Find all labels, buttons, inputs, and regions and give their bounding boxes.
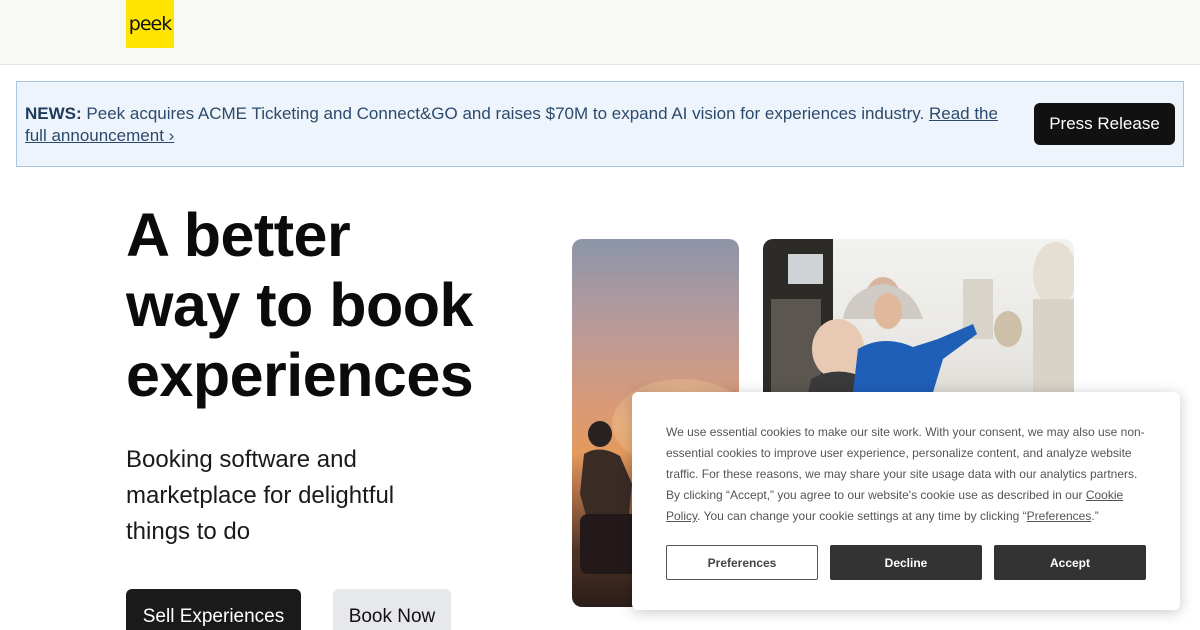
news-message: Peek acquires ACME Ticketing and Connect… (81, 104, 929, 123)
cookie-preferences-button[interactable]: Preferences (666, 545, 818, 580)
hero-title-line-2: way to book (126, 271, 473, 339)
top-navigation-bar: peek (0, 0, 1200, 65)
hero-subtitle: Booking software and marketplace for del… (126, 446, 395, 545)
news-banner: NEWS: Peek acquires ACME Ticketing and C… (16, 81, 1184, 167)
museum-scene-illustration (763, 239, 1074, 409)
hero-title-line-3: experiences (126, 341, 474, 409)
cookie-preferences-link[interactable]: Preferences (1027, 509, 1092, 523)
hero-title: A better way to book experiences (126, 200, 546, 410)
cookie-text-part-2: . You can change your cookie settings at… (697, 509, 1027, 523)
news-label: NEWS: (25, 104, 82, 123)
book-now-button[interactable]: Book Now (333, 589, 451, 630)
cookie-accept-button[interactable]: Accept (994, 545, 1146, 580)
museum-visitors-photo (763, 239, 1074, 409)
sell-experiences-button[interactable]: Sell Experiences (126, 589, 301, 630)
peek-logo[interactable]: peek (126, 0, 174, 48)
hero-title-line-1: A better (126, 201, 351, 269)
cookie-text-part-1: We use essential cookies to make our sit… (666, 425, 1145, 502)
cookie-consent-dialog: We use essential cookies to make our sit… (632, 392, 1180, 610)
cookie-decline-button[interactable]: Decline (830, 545, 982, 580)
atv-rider-silhouette (580, 421, 640, 574)
press-release-button[interactable]: Press Release (1034, 103, 1175, 145)
cookie-message: We use essential cookies to make our sit… (666, 422, 1150, 527)
news-text: NEWS: Peek acquires ACME Ticketing and C… (25, 103, 1015, 147)
cookie-text-part-3: .” (1091, 509, 1099, 523)
